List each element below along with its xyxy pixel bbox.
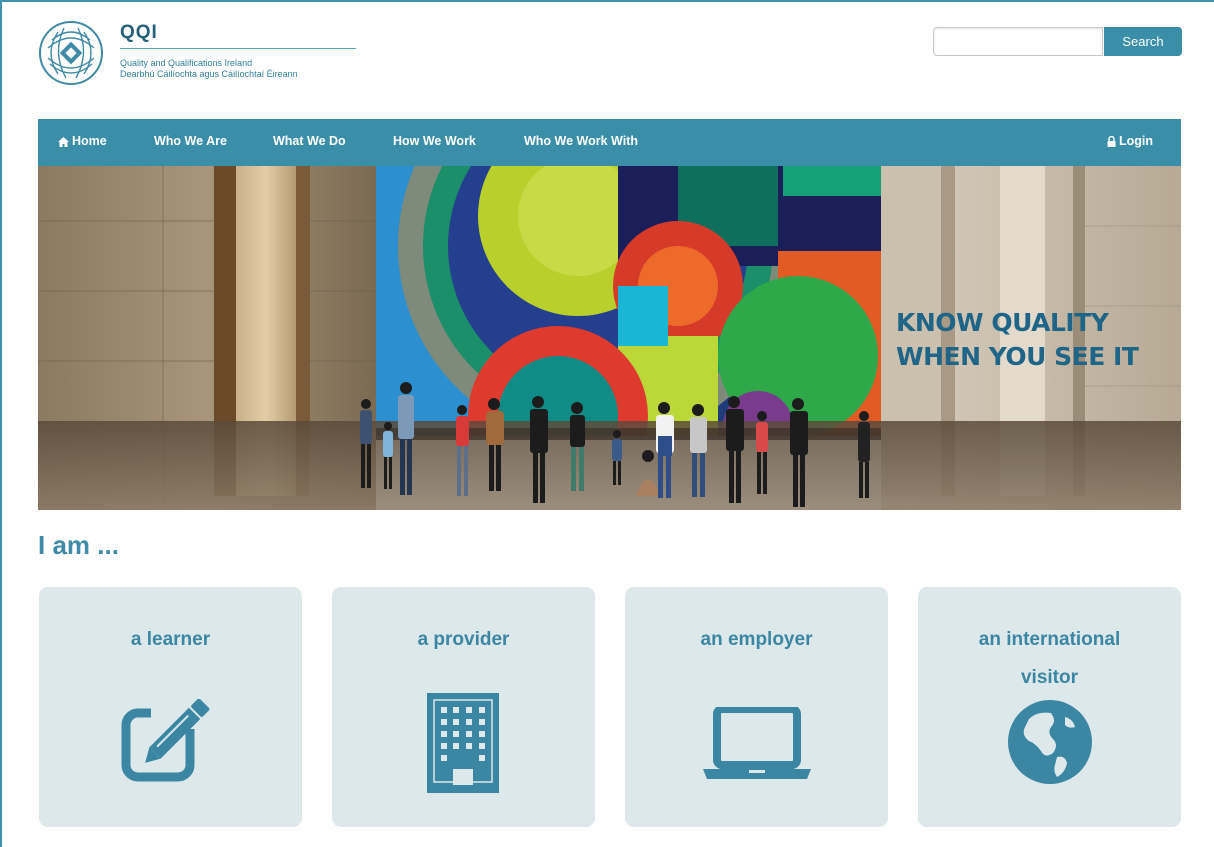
edit-icon — [121, 699, 221, 782]
nav-item-who-we-are[interactable]: Who We Are — [154, 119, 227, 166]
globe-icon — [1008, 700, 1092, 784]
search-input[interactable] — [933, 27, 1103, 56]
home-icon — [58, 137, 69, 147]
card-provider[interactable]: a provider — [332, 587, 595, 827]
card-employer[interactable]: an employer — [625, 587, 888, 827]
building-icon — [427, 693, 499, 793]
laptop-icon — [703, 707, 811, 779]
hero-tagline: KNOW QUALITY WHEN YOU SEE IT — [896, 306, 1139, 374]
audience-heading: I am ... — [38, 530, 119, 560]
card-international-title-line1: an international — [978, 629, 1121, 650]
card-international-visitor[interactable]: an international visitor — [918, 587, 1181, 827]
main-nav: Home Who We Are What We Do How We Work W… — [38, 119, 1181, 166]
card-international-title: an international visitor — [918, 621, 1181, 697]
hero-tagline-line2: WHEN YOU SEE IT — [896, 342, 1139, 371]
brand-divider — [120, 48, 356, 49]
hero-tagline-line1: KNOW QUALITY — [896, 308, 1109, 337]
nav-item-who-we-work-with[interactable]: Who We Work With — [524, 119, 638, 166]
nav-item-what-we-do[interactable]: What We Do — [273, 119, 346, 166]
search-button[interactable]: Search — [1104, 27, 1182, 56]
brand-line-english: Quality and Qualifications Ireland — [120, 58, 253, 68]
card-international-title-line2: visitor — [1020, 667, 1079, 688]
brand-line-irish: Dearbhú Cáilíochta agus Cáilíochtaí Éire… — [120, 69, 298, 79]
card-employer-title: an employer — [700, 629, 813, 650]
card-provider-title: a provider — [417, 629, 510, 650]
nav-item-home-label: Home — [72, 134, 107, 148]
nav-item-login-label: Login — [1119, 134, 1154, 148]
brand-name: QQI — [120, 22, 158, 43]
nav-item-how-we-work[interactable]: How We Work — [393, 119, 476, 166]
brand-block[interactable]: QQI Quality and Qualifications Ireland D… — [120, 22, 360, 80]
card-learner[interactable]: a learner — [39, 587, 302, 827]
hero-banner[interactable]: KNOW QUALITY WHEN YOU SEE IT — [38, 166, 1181, 510]
lock-icon — [1107, 135, 1116, 147]
qqi-logo-icon[interactable] — [38, 20, 104, 86]
card-learner-title: a learner — [130, 629, 211, 650]
nav-item-login[interactable]: Login — [1107, 119, 1153, 166]
nav-item-home[interactable]: Home — [58, 119, 107, 166]
